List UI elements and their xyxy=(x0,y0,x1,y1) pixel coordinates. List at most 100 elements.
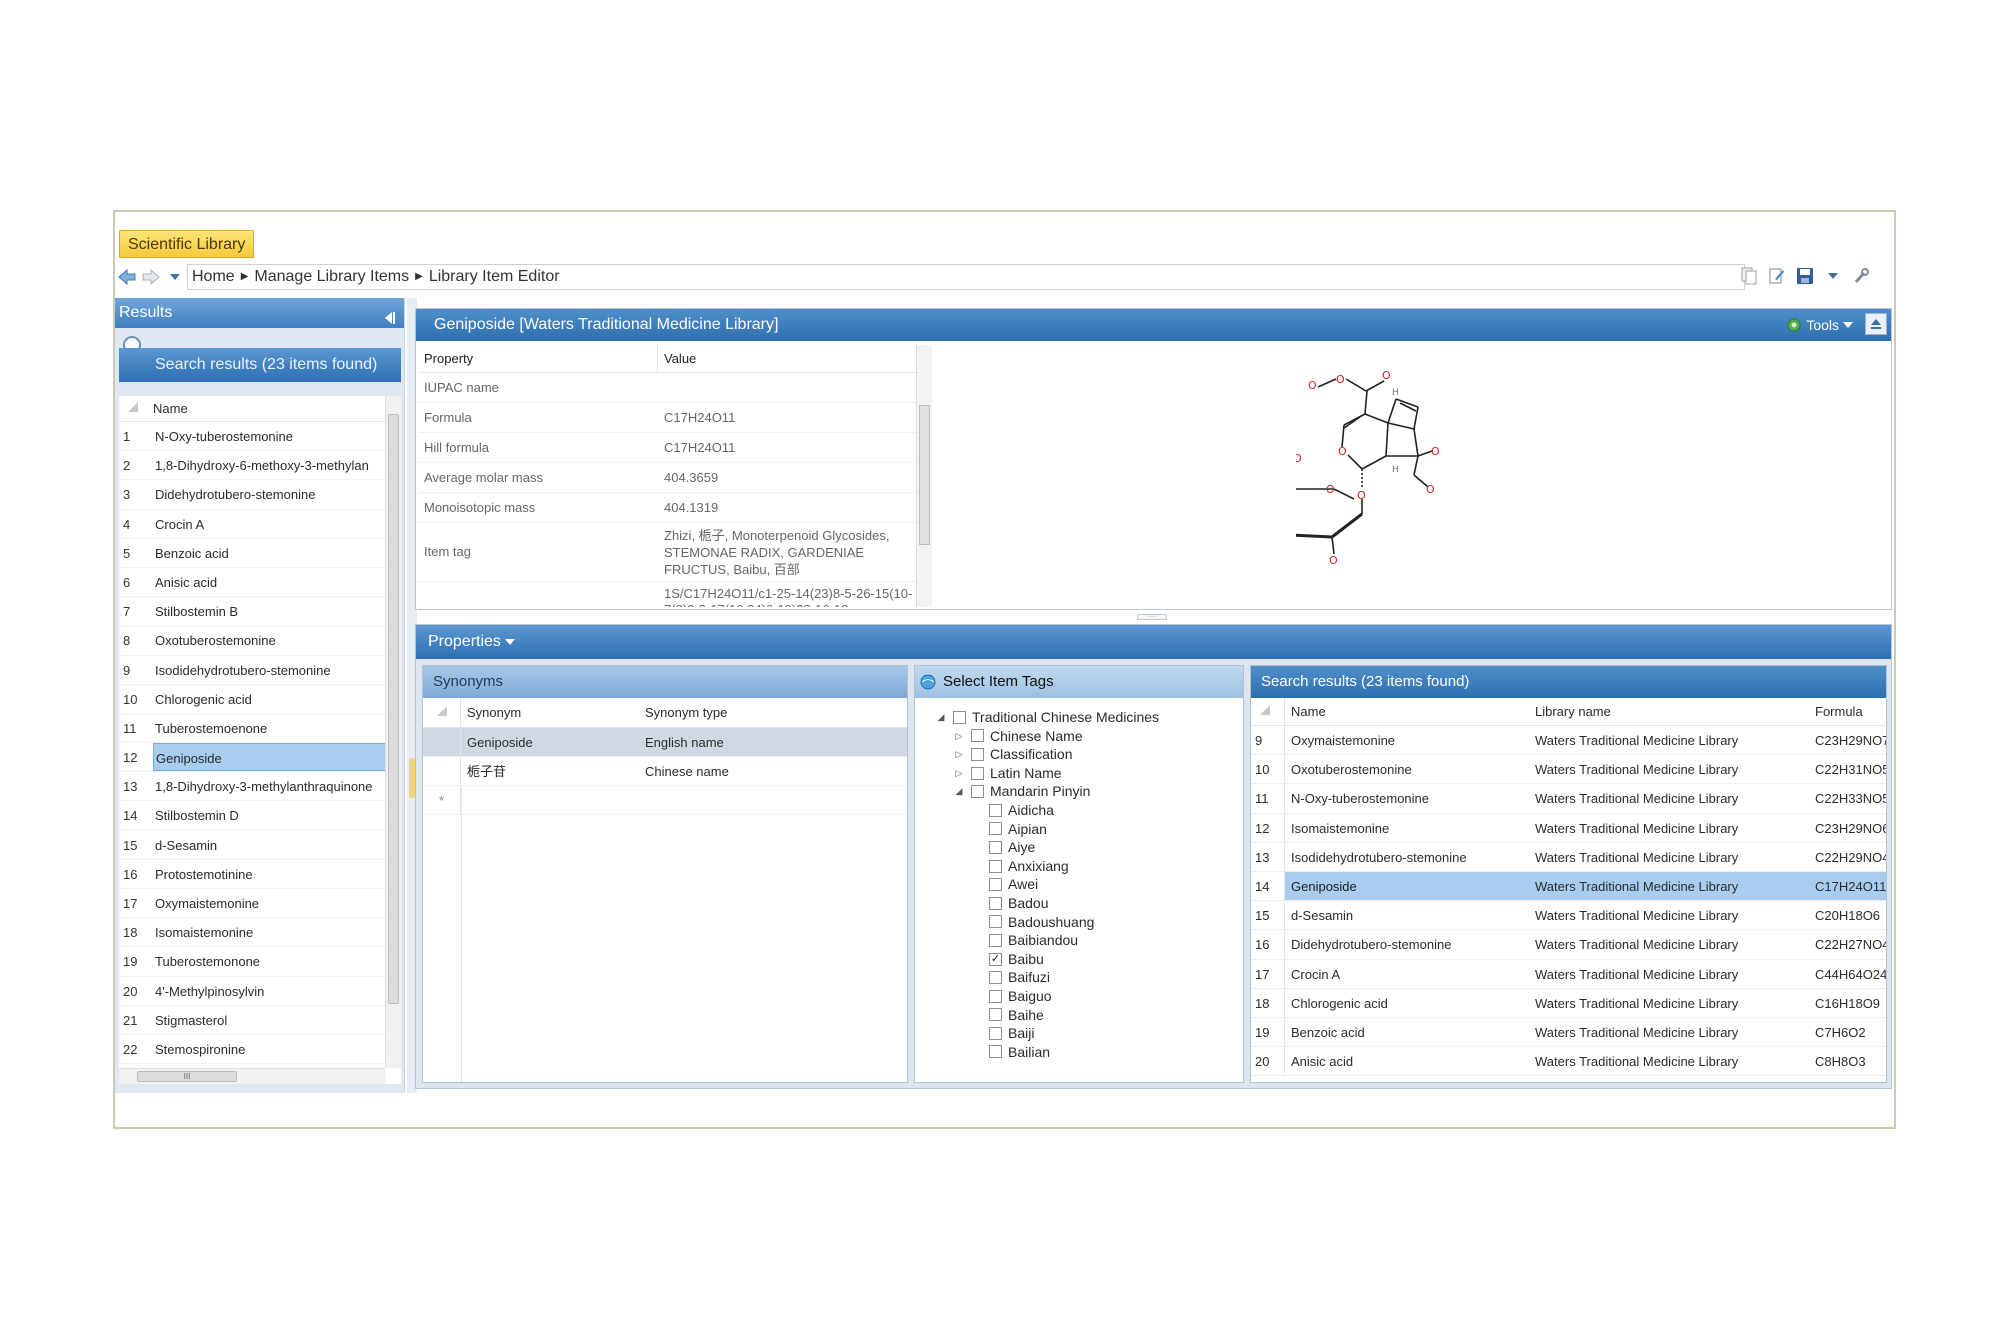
property-row[interactable]: Monoisotopic mass 404.1319 xyxy=(418,493,928,523)
list-item[interactable]: 2 1,8-Dihydroxy-6-methoxy-3-methylan xyxy=(119,451,401,481)
collapse-icon[interactable]: ◢ xyxy=(935,708,947,727)
sort-corner-icon[interactable] xyxy=(119,396,153,421)
expand-icon[interactable]: ▷ xyxy=(953,764,965,783)
checkbox[interactable] xyxy=(971,729,984,743)
checkbox[interactable] xyxy=(989,803,1002,817)
tools-wrench-icon[interactable] xyxy=(1852,266,1870,286)
property-row[interactable]: Hill formula C17H24O11 xyxy=(418,433,928,463)
list-item[interactable]: 18 Isomaistemonine xyxy=(119,918,401,948)
expand-icon[interactable]: ▷ xyxy=(953,745,965,764)
list-item[interactable]: 12 Geniposide xyxy=(119,743,401,773)
vertical-scrollbar[interactable] xyxy=(385,396,401,1068)
list-item[interactable]: 22 Stemospironine xyxy=(119,1035,401,1065)
checkbox[interactable] xyxy=(971,785,984,799)
tag-item[interactable]: Aiye xyxy=(935,838,1243,857)
table-row[interactable]: 12 Isomaistemonine Waters Traditional Medi… xyxy=(1251,813,1886,843)
list-item[interactable]: 8 Oxotuberostemonine xyxy=(119,626,401,656)
checkbox[interactable] xyxy=(989,989,1002,1003)
list-item[interactable]: 4 Crocin A xyxy=(119,510,401,539)
checkbox[interactable] xyxy=(989,933,1002,947)
table-row[interactable]: 17 Crocin A Waters Traditional Medicine Li… xyxy=(1251,959,1886,989)
tag-item[interactable]: Baihe xyxy=(935,1006,1243,1025)
list-item[interactable]: 5 Benzoic acid xyxy=(119,539,401,568)
property-row[interactable]: IUPAC name xyxy=(418,373,928,403)
forward-arrow-icon[interactable] xyxy=(141,267,161,287)
sort-corner-icon[interactable] xyxy=(1251,698,1285,725)
tree-node-root[interactable]: ◢ Traditional Chinese Medicines xyxy=(935,708,1243,727)
checkbox[interactable] xyxy=(989,1008,1002,1022)
checkbox[interactable] xyxy=(989,915,1002,929)
tools-button[interactable]: Tools xyxy=(1786,313,1853,337)
checkbox[interactable] xyxy=(989,896,1002,910)
list-item[interactable]: 16 Protostemotinine xyxy=(119,860,401,889)
list-item[interactable]: 20 4'-Methylpinosylvin xyxy=(119,977,401,1006)
list-item[interactable]: 6 Anisic acid xyxy=(119,568,401,598)
expand-icon[interactable]: ▷ xyxy=(953,727,965,746)
tag-item[interactable]: Anxixiang xyxy=(935,857,1243,876)
column-name-header[interactable]: Name xyxy=(153,396,188,421)
synonym-row[interactable]: Geniposide English name xyxy=(423,728,907,757)
synonym-row[interactable]: 栀子苷 Chinese name xyxy=(423,757,907,786)
collapse-section-button[interactable] xyxy=(1865,313,1887,335)
tag-item[interactable]: Badou xyxy=(935,894,1243,913)
property-row[interactable]: Formula C17H24O11 xyxy=(418,403,928,433)
tag-item[interactable]: Baibiandou xyxy=(935,931,1243,950)
list-item[interactable]: 10 Chlorogenic acid xyxy=(119,685,401,714)
new-synonym-row[interactable]: * xyxy=(423,786,907,815)
list-item[interactable]: 1 N-Oxy-tuberostemonine xyxy=(119,422,401,452)
tag-item[interactable]: Badoushuang xyxy=(935,913,1243,932)
list-item[interactable]: 11 Tuberostemoenone xyxy=(119,714,401,744)
property-row[interactable]: 1S/C17H24O11/c1-25-14(23)8-5-26-15(10-7(… xyxy=(418,582,928,607)
table-row[interactable]: 16 Didehydrotubero-stemonine Waters Tradit… xyxy=(1251,930,1886,960)
scroll-thumb-horizontal[interactable]: III xyxy=(137,1071,237,1082)
synonym-column-header[interactable]: Synonym xyxy=(461,698,639,727)
list-item[interactable]: 17 Oxymaistemonine xyxy=(119,889,401,919)
value-column-header[interactable]: Value xyxy=(658,345,928,372)
name-column-header[interactable]: Name xyxy=(1285,698,1531,725)
tag-item[interactable]: Baifuzi xyxy=(935,968,1243,987)
property-row[interactable]: Item tag Zhizi, 栀子, Monoterpenoid Glycos… xyxy=(418,523,928,582)
property-row[interactable]: Average molar mass 404.3659 xyxy=(418,463,928,493)
save-icon[interactable] xyxy=(1796,266,1814,286)
tag-item[interactable]: Baiguo xyxy=(935,987,1243,1006)
tag-item[interactable]: ✓ Baibu xyxy=(935,950,1243,969)
tag-item[interactable]: Baiji xyxy=(935,1024,1243,1043)
table-row[interactable]: 14 Geniposide Waters Traditional Medicine … xyxy=(1251,871,1886,902)
library-column-header[interactable]: Library name xyxy=(1531,698,1809,725)
synonym-type-cell[interactable]: English name xyxy=(639,728,907,756)
checkbox[interactable] xyxy=(971,747,984,761)
table-row[interactable]: 11 N-Oxy-tuberostemonine Waters Traditiona… xyxy=(1251,784,1886,814)
tag-item[interactable]: Aidicha xyxy=(935,801,1243,820)
table-row[interactable]: 19 Benzoic acid Waters Traditional Medicin… xyxy=(1251,1017,1886,1048)
checkbox[interactable] xyxy=(989,859,1002,873)
synonym-type-column-header[interactable]: Synonym type xyxy=(639,698,907,727)
list-item[interactable]: 15 d-Sesamin xyxy=(119,831,401,860)
synonym-cell[interactable]: Geniposide xyxy=(461,728,639,756)
tree-node[interactable]: ▷ Latin Name xyxy=(935,764,1243,783)
scroll-thumb[interactable] xyxy=(919,405,930,545)
list-item[interactable]: 7 Stilbostemin B xyxy=(119,597,401,627)
tree-node[interactable]: ▷ Chinese Name xyxy=(935,727,1243,746)
scroll-thumb[interactable] xyxy=(388,414,399,1004)
breadcrumb-library-item-editor[interactable]: Library Item Editor xyxy=(429,265,560,289)
breadcrumb-home[interactable]: Home xyxy=(192,265,235,289)
table-row[interactable]: 9 Oxymaistemonine Waters Traditional Medic… xyxy=(1251,726,1886,756)
back-arrow-icon[interactable] xyxy=(117,267,137,287)
table-row[interactable]: 20 Anisic acid Waters Traditional Medicine… xyxy=(1251,1047,1886,1077)
formula-column-header[interactable]: Formula xyxy=(1809,698,1886,725)
tag-item[interactable]: Aipian xyxy=(935,820,1243,839)
edit-document-icon[interactable] xyxy=(1768,266,1786,286)
list-item[interactable]: 21 Stigmasterol xyxy=(119,1006,401,1035)
save-dropdown-icon[interactable] xyxy=(1824,266,1842,286)
list-item[interactable]: 13 1,8-Dihydroxy-3-methylanthraquinone xyxy=(119,772,401,802)
list-item[interactable]: 14 Stilbostemin D xyxy=(119,801,401,831)
list-item[interactable]: 3 Didehydrotubero-stemonine xyxy=(119,480,401,510)
checkbox[interactable] xyxy=(989,971,1002,985)
collapse-icon[interactable]: ◢ xyxy=(953,782,965,801)
list-item[interactable]: 19 Tuberostemonone xyxy=(119,947,401,977)
checkbox[interactable] xyxy=(989,1045,1002,1059)
splitter-grip[interactable]: ··· xyxy=(1137,614,1167,620)
synonym-type-cell[interactable]: Chinese name xyxy=(639,757,907,785)
checkbox[interactable] xyxy=(989,822,1002,836)
tag-item[interactable]: Bailian xyxy=(935,1043,1243,1062)
